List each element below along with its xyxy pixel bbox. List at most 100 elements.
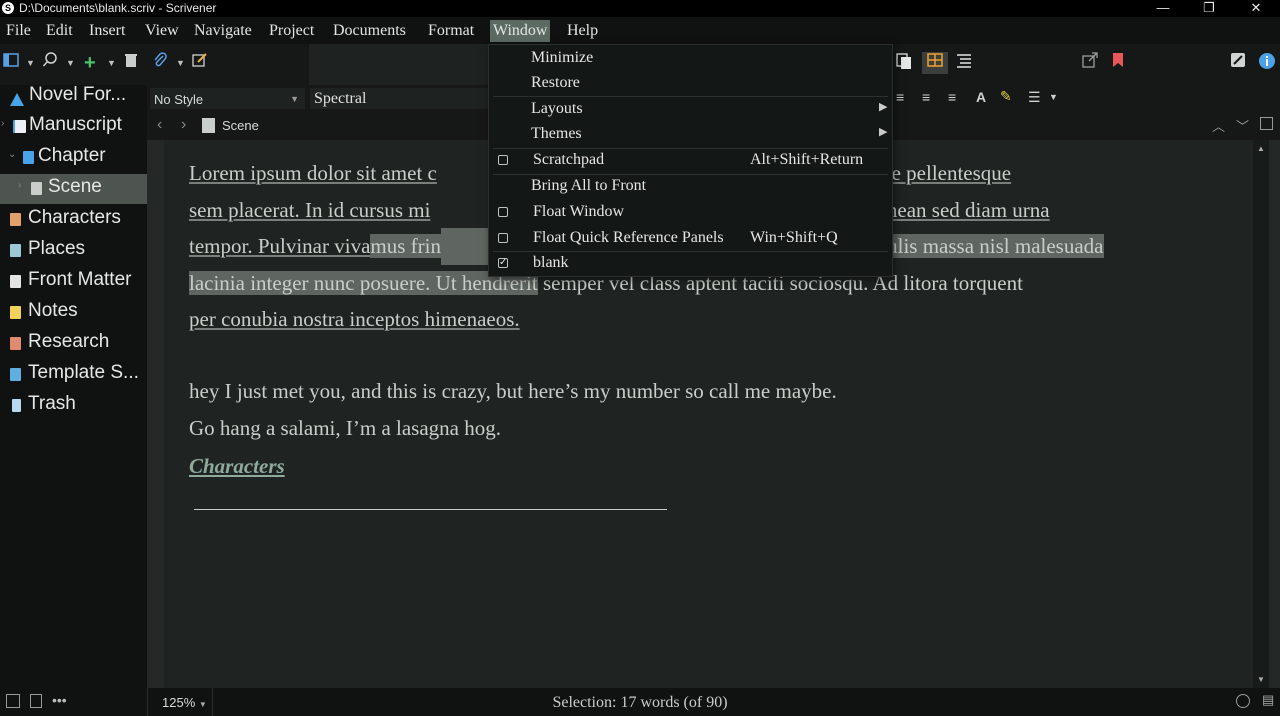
footer-bar: ••• 125% ▼ Selection: 17 words (of 90) ▤ [0,688,1280,716]
align-center-icon[interactable]: ≡ [896,89,904,105]
front-matter-icon [10,275,21,288]
menu-file[interactable]: File [3,20,34,42]
info-icon[interactable] [1258,52,1276,74]
menu-item-minimize[interactable]: Minimize [489,45,892,71]
paragraph-style-select[interactable]: No Style ▼ [150,88,305,109]
add-document-icon[interactable]: + [84,52,96,74]
close-button[interactable]: ✕ [1233,0,1279,17]
novel-format-icon [10,90,24,106]
highlight-icon[interactable]: ✎ [1000,88,1012,105]
chevron-right-icon: ▶ [879,126,888,138]
menu-view[interactable]: View [142,20,182,42]
title-bar: S D:\Documents\blank.scriv - Scrivener —… [0,0,1280,17]
manuscript-icon [13,120,26,133]
text-color-icon[interactable]: A [976,89,986,105]
text-line-2: Go hang a salami, I’m a lasagna hog. [189,416,501,440]
restore-button[interactable]: ❐ [1186,0,1232,17]
characters-link[interactable]: Characters [189,448,1239,485]
binder-item-front-matter[interactable]: Front Matter [0,267,147,297]
selection-status: Selection: 17 words (of 90) [552,694,728,711]
binder-item-research[interactable]: Research [0,329,147,359]
quick-search-box[interactable] [309,44,494,85]
corkboard-view-icon[interactable] [922,52,948,74]
align-justify-icon[interactable]: ≡ [922,89,930,105]
binder-item-places[interactable]: Places [0,236,147,266]
binder-sidebar: Novel For... › Manuscript ⌄ Chapter › Sc… [0,82,147,688]
places-icon [10,244,21,257]
scene-icon [31,182,42,195]
chevron-down-icon[interactable]: › [1,118,4,129]
inspector-icon[interactable] [1230,52,1246,74]
menu-bar: File Edit Insert View Navigate Project D… [0,17,1280,44]
chapter-icon [23,151,34,164]
chevron-down-icon[interactable]: ⌄ [8,149,16,160]
share-icon[interactable] [1082,52,1098,74]
binder-item-notes[interactable]: Notes [0,298,147,328]
forward-arrow-icon[interactable]: › [181,116,186,134]
menu-documents[interactable]: Documents [330,20,409,42]
horizontal-rule [194,509,667,510]
checkbox-icon [498,233,508,243]
scroll-down-icon[interactable]: ▼ [1257,675,1265,684]
bookmark-icon[interactable] [1112,52,1124,74]
chevron-down-icon[interactable]: ▼ [107,52,116,74]
menu-item-scratchpad[interactable]: Scratchpad Alt+Shift+Return [489,147,892,173]
back-arrow-icon[interactable]: ‹ [157,116,162,134]
binder-item-novel-format[interactable]: Novel For... [0,82,147,112]
menu-project[interactable]: Project [266,20,317,42]
chevron-down-icon[interactable]: ▼ [1049,92,1058,102]
body-text[interactable]: hey I just met you, and this is crazy, b… [189,373,1239,447]
menu-navigate[interactable]: Navigate [191,20,255,42]
minimize-button[interactable]: — [1140,0,1186,17]
menu-item-blank[interactable]: ✓ blank [489,250,892,276]
research-icon [10,337,21,350]
attachment-icon[interactable] [153,52,167,74]
binder-item-scene[interactable]: › Scene [0,174,147,204]
menu-item-themes[interactable]: Themes ▶ [489,121,892,147]
binder-item-template-sheets[interactable]: Template S... [0,360,147,390]
binder-item-manuscript[interactable]: › Manuscript [0,112,147,142]
window-title: D:\Documents\blank.scriv - Scrivener [19,1,217,15]
chevron-right-icon: ▶ [879,101,888,113]
scrivener-app-icon: S [2,2,14,14]
checkmark-icon: ✓ [498,257,508,268]
chevron-down-icon[interactable]: ﹀ [1236,116,1249,135]
editor-scrollbar[interactable]: ▲ ▼ [1253,140,1269,688]
chevron-down-icon[interactable]: ▼ [26,52,35,74]
menu-window[interactable]: Window [490,20,551,42]
chevron-up-icon[interactable]: ︿ [1212,116,1225,135]
document-icon [202,118,215,133]
chevron-right-icon[interactable]: › [18,180,21,191]
outline-view-icon[interactable] [956,52,972,74]
menu-insert[interactable]: Insert [86,20,128,42]
scroll-up-icon[interactable]: ▲ [1257,144,1265,153]
chevron-down-icon[interactable]: ▼ [176,52,185,74]
menu-item-float-window[interactable]: Float Window [489,199,892,225]
menu-item-bring-all-to-front[interactable]: Bring All to Front [489,173,892,199]
text-line-1: hey I just met you, and this is crazy, b… [189,379,837,403]
font-family-select[interactable]: Spectral [310,88,490,109]
target-icon[interactable] [1236,694,1250,708]
quick-edit-icon[interactable] [192,52,208,74]
menu-item-restore[interactable]: Restore [489,70,892,96]
copy-icon[interactable] [895,52,913,74]
split-editor-icon[interactable] [1260,117,1273,130]
menu-help[interactable]: Help [564,20,601,42]
chevron-down-icon[interactable]: ▼ [66,52,75,74]
search-icon[interactable] [42,52,58,74]
list-icon[interactable]: ☰ [1028,89,1041,106]
binder-item-characters[interactable]: Characters [0,205,147,235]
binder-item-trash[interactable]: Trash [0,391,147,421]
menu-item-layouts[interactable]: Layouts ▶ [489,96,892,122]
binder-item-chapter[interactable]: ⌄ Chapter [0,143,147,173]
checkbox-icon [498,207,508,217]
menu-edit[interactable]: Edit [43,20,76,42]
menu-item-float-quick-reference[interactable]: Float Quick Reference Panels Win+Shift+Q [489,225,892,251]
align-right-icon[interactable]: ≡ [948,89,956,105]
notes-icon [10,306,21,319]
chevron-down-icon: ▼ [290,94,299,104]
binder-toggle-icon[interactable] [3,52,19,74]
menu-format[interactable]: Format [425,20,477,42]
comments-icon[interactable]: ▤ [1262,692,1274,708]
trash-toolbar-icon[interactable] [124,52,138,74]
